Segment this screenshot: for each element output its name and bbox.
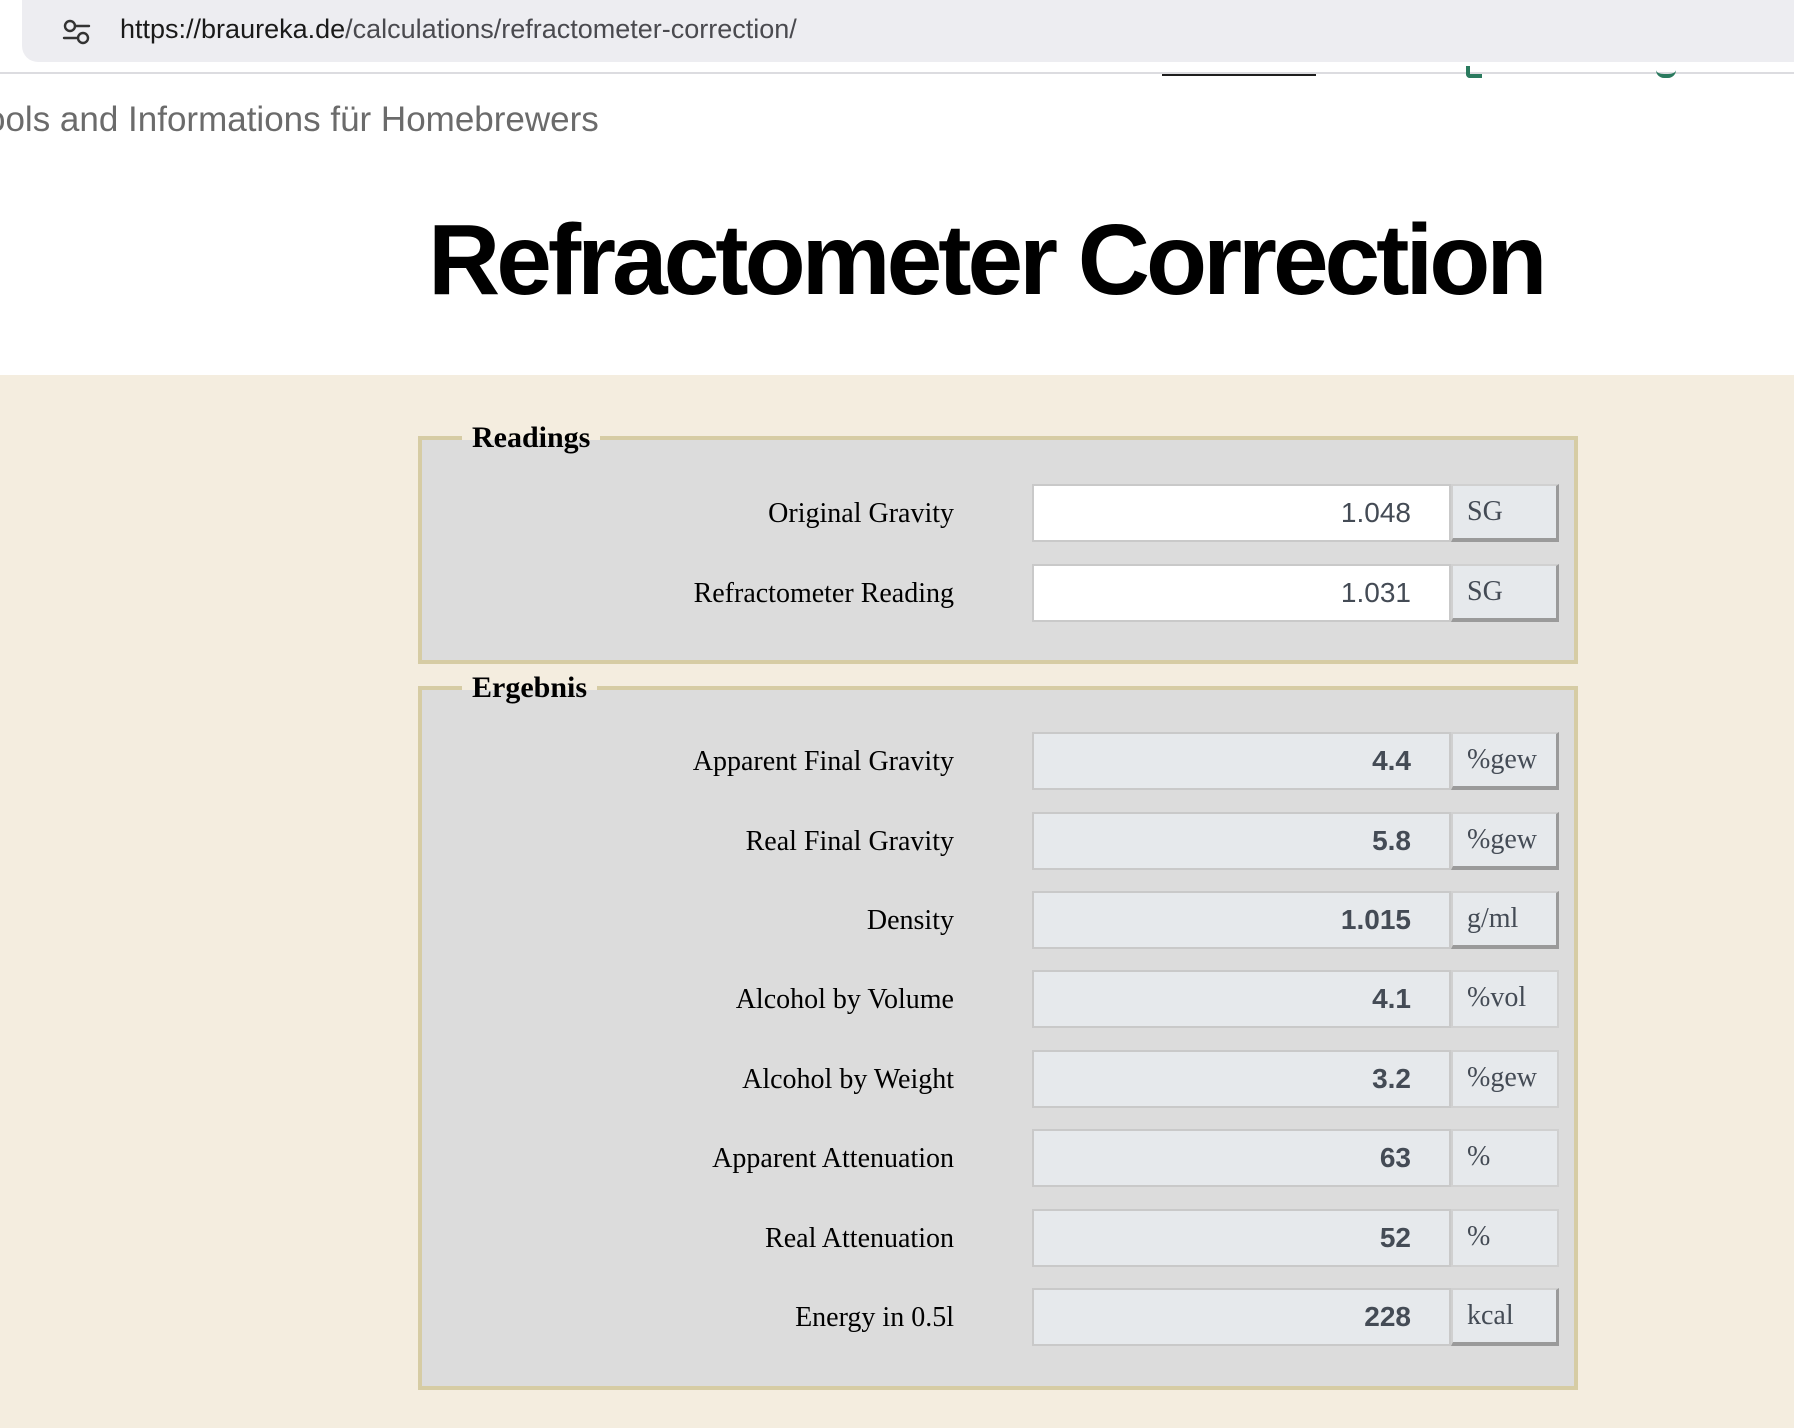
energy-label: Energy in 0.5l [795,1302,954,1333]
refractometer-reading-input[interactable] [1032,564,1451,622]
original-gravity-row: Original Gravity SG [422,484,1574,544]
apparent-attenuation-label: Apparent Attenuation [712,1143,954,1174]
readings-legend: Readings [462,416,601,460]
apparent-attenuation-unit: % [1451,1129,1559,1187]
alcohol-by-volume-value: 4.1 [1032,970,1451,1028]
density-row: Density 1.015 g/ml [422,891,1574,951]
real-attenuation-unit: % [1451,1209,1559,1267]
alcohol-by-volume-label: Alcohol by Volume [735,984,954,1015]
real-attenuation-label: Real Attenuation [765,1223,954,1254]
energy-value: 228 [1032,1288,1451,1346]
alcohol-by-weight-label: Alcohol by Weight [742,1064,954,1095]
refractometer-reading-unit: SG [1451,564,1559,622]
apparent-attenuation-value: 63 [1032,1129,1451,1187]
original-gravity-input[interactable] [1032,484,1451,542]
browser-toolbar: https://braureka.de/calculations/refract… [0,0,1794,74]
apparent-final-gravity-value: 4.4 [1032,732,1451,790]
real-final-gravity-value: 5.8 [1032,812,1451,870]
real-attenuation-value: 52 [1032,1209,1451,1267]
nav-link-fragment[interactable] [1466,66,1482,78]
nav-active-underline [1162,74,1316,76]
url-host: https://braureka.de [120,14,346,44]
density-unit: g/ml [1451,891,1559,949]
density-value: 1.015 [1032,891,1451,949]
alcohol-by-weight-value: 3.2 [1032,1050,1451,1108]
apparent-final-gravity-label: Apparent Final Gravity [692,746,954,777]
alcohol-by-weight-unit: %gew [1451,1050,1559,1108]
apparent-attenuation-row: Apparent Attenuation 63 % [422,1129,1574,1189]
real-attenuation-row: Real Attenuation 52 % [422,1209,1574,1269]
real-final-gravity-row: Real Final Gravity 5.8 %gew [422,812,1574,872]
refractometer-reading-label: Refractometer Reading [693,578,954,609]
url-path: /calculations/refractometer-correction/ [345,14,797,44]
page-title: Refractometer Correction [428,204,1547,316]
real-final-gravity-unit: %gew [1451,812,1559,870]
energy-unit: kcal [1451,1288,1559,1346]
address-bar[interactable]: https://braureka.de/calculations/refract… [22,0,1794,62]
nav-link-fragment[interactable] [1656,66,1676,78]
site-info-icon[interactable] [62,18,92,46]
site-tagline: ools and Informations für Homebrewers [0,100,599,139]
url-text[interactable]: https://braureka.de/calculations/refract… [120,14,797,45]
refractometer-reading-row: Refractometer Reading SG [422,564,1574,624]
real-final-gravity-label: Real Final Gravity [745,826,954,857]
original-gravity-unit: SG [1451,484,1559,542]
density-label: Density [866,905,954,936]
alcohol-by-volume-unit: %vol [1451,970,1559,1028]
results-fieldset: Ergebnis Apparent Final Gravity 4.4 %gew… [418,666,1578,1390]
alcohol-by-volume-row: Alcohol by Volume 4.1 %vol [422,970,1574,1030]
results-legend: Ergebnis [462,666,598,710]
readings-fieldset: Readings Original Gravity SG Refractomet… [418,416,1578,664]
energy-row: Energy in 0.5l 228 kcal [422,1288,1574,1348]
alcohol-by-weight-row: Alcohol by Weight 3.2 %gew [422,1050,1574,1110]
apparent-final-gravity-unit: %gew [1451,732,1559,790]
original-gravity-label: Original Gravity [768,498,954,529]
apparent-final-gravity-row: Apparent Final Gravity 4.4 %gew [422,732,1574,792]
